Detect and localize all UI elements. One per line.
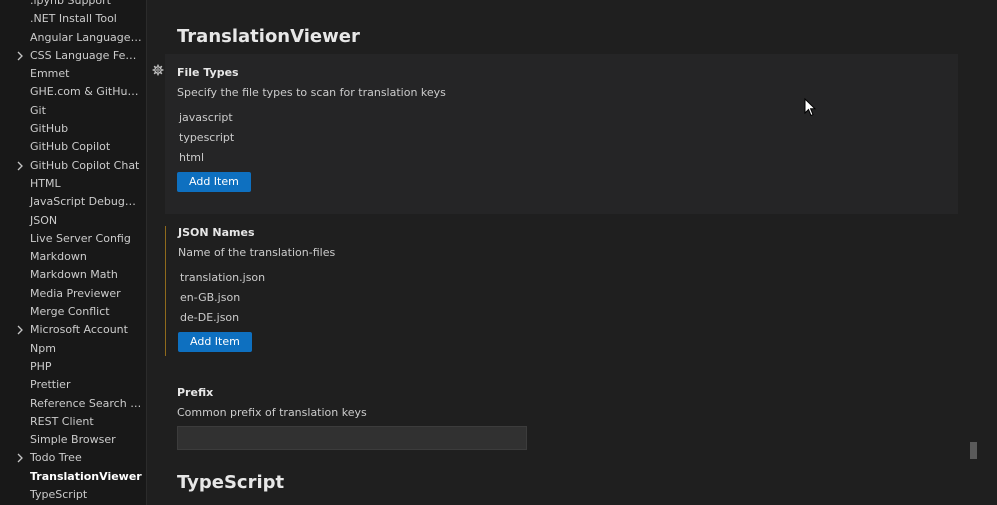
chevron-right-icon[interactable] [15,157,25,175]
sidebar-item[interactable]: GHE.com & GitHub En... [0,83,146,101]
sidebar-item[interactable]: Markdown [0,248,146,266]
sidebar-item-label: TranslationViewer [30,469,142,483]
sidebar-item-label: Reference Search View [30,396,146,410]
sidebar-item[interactable]: Reference Search View [0,395,146,413]
sidebar-item[interactable]: Git [0,102,146,120]
sidebar-item-label: GitHub Copilot Chat [30,158,140,172]
sidebar-item[interactable]: Markdown Math [0,266,146,284]
sidebar-item[interactable]: Emmet [0,65,146,83]
sidebar-item[interactable]: Simple Browser [0,431,146,449]
sidebar-item[interactable]: GitHub Copilot [0,138,146,156]
setting-description: Common prefix of translation keys [177,406,367,419]
mouse-cursor-icon [804,98,816,117]
sidebar-item[interactable]: CSS Language Features [0,47,146,65]
gear-icon[interactable] [152,64,164,76]
sidebar-item-label: JSON [30,213,58,227]
sidebar-item-label: GHE.com & GitHub En... [30,85,146,99]
sidebar-item-label: JavaScript Debugger [30,195,144,209]
sidebar-item-label: Markdown Math [30,268,118,282]
sidebar-item-label: Microsoft Account [30,323,128,337]
section-title: TranslationViewer [177,26,360,47]
settings-toc-list: .ipynb Support .NET Install Tool Angular L… [0,0,146,504]
sidebar-item-label: TypeScript [30,488,88,502]
sidebar-item[interactable]: JSON [0,212,146,230]
setting-description: Name of the translation-files [178,246,336,259]
sidebar-item-label: Merge Conflict [30,305,110,319]
setting-json-names: JSON Names Name of the translation-files… [165,226,958,356]
setting-prefix: Prefix Common prefix of translation keys [165,386,958,456]
list-item[interactable]: html [179,151,204,164]
settings-toc-sidebar: .ipynb Support .NET Install Tool Angular L… [0,0,147,505]
settings-content: TranslationViewer File Types Specify the… [147,0,997,505]
chevron-right-icon[interactable] [15,47,25,65]
sidebar-item-label: Git [30,103,46,117]
sidebar-item[interactable]: Angular Language Ser... [0,29,146,47]
chevron-right-icon[interactable] [15,449,25,467]
sidebar-item-label: GitHub [30,122,69,136]
sidebar-item[interactable]: TranslationViewer [0,468,146,486]
sidebar-item[interactable]: GitHub Copilot Chat [0,157,146,175]
sidebar-item[interactable]: Merge Conflict [0,303,146,321]
sidebar-item[interactable]: Live Server Config [0,230,146,248]
sidebar-item[interactable]: Microsoft Account [0,321,146,339]
sidebar-item-label: .ipynb Support [30,0,111,7]
sidebar-item[interactable]: TypeScript [0,486,146,504]
sidebar-item-label: GitHub Copilot [30,140,111,154]
sidebar-item-label: Media Previewer [30,286,121,300]
setting-description: Specify the file types to scan for trans… [177,86,446,99]
setting-title: JSON Names [178,226,255,239]
sidebar-item-label: PHP [30,359,52,373]
list-item[interactable]: javascript [179,111,233,124]
sidebar-item[interactable]: REST Client [0,413,146,431]
list-item[interactable]: en-GB.json [180,291,240,304]
sidebar-item-label: Todo Tree [30,451,82,465]
sidebar-item-label: Npm [30,341,56,355]
sidebar-item[interactable]: Todo Tree [0,449,146,467]
setting-file-types: File Types Specify the file types to sca… [152,54,958,214]
sidebar-item-label: CSS Language Features [30,48,146,62]
list-item[interactable]: translation.json [180,271,265,284]
sidebar-item-label: Angular Language Ser... [30,30,146,44]
sidebar-item[interactable]: HTML [0,175,146,193]
add-item-button[interactable]: Add Item [178,332,252,352]
sidebar-item[interactable]: Prettier [0,376,146,394]
sidebar-item-label: REST Client [30,414,94,428]
sidebar-item[interactable]: Npm [0,340,146,358]
scrollbar-thumb[interactable] [970,442,977,459]
sidebar-item[interactable]: PHP [0,358,146,376]
add-item-button[interactable]: Add Item [177,172,251,192]
sidebar-item[interactable]: JavaScript Debugger [0,193,146,211]
sidebar-item-label: Live Server Config [30,231,131,245]
sidebar-item[interactable]: GitHub [0,120,146,138]
prefix-input[interactable] [177,426,527,450]
sidebar-item[interactable]: .NET Install Tool [0,10,146,28]
sidebar-item-label: HTML [30,176,61,190]
chevron-right-icon[interactable] [15,321,25,339]
sidebar-item[interactable]: Media Previewer [0,285,146,303]
sidebar-item-label: Prettier [30,378,71,392]
next-section-title: TypeScript [177,472,285,493]
sidebar-item-label: Markdown [30,250,87,264]
sidebar-item[interactable]: .ipynb Support [0,0,146,10]
sidebar-item-label: Emmet [30,67,70,81]
settings-editor: .ipynb Support .NET Install Tool Angular L… [0,0,997,505]
sidebar-item-label: Simple Browser [30,433,116,447]
list-item[interactable]: de-DE.json [180,311,239,324]
sidebar-item-label: .NET Install Tool [30,12,117,26]
setting-title: File Types [177,66,239,79]
setting-title: Prefix [177,386,214,399]
list-item[interactable]: typescript [179,131,234,144]
